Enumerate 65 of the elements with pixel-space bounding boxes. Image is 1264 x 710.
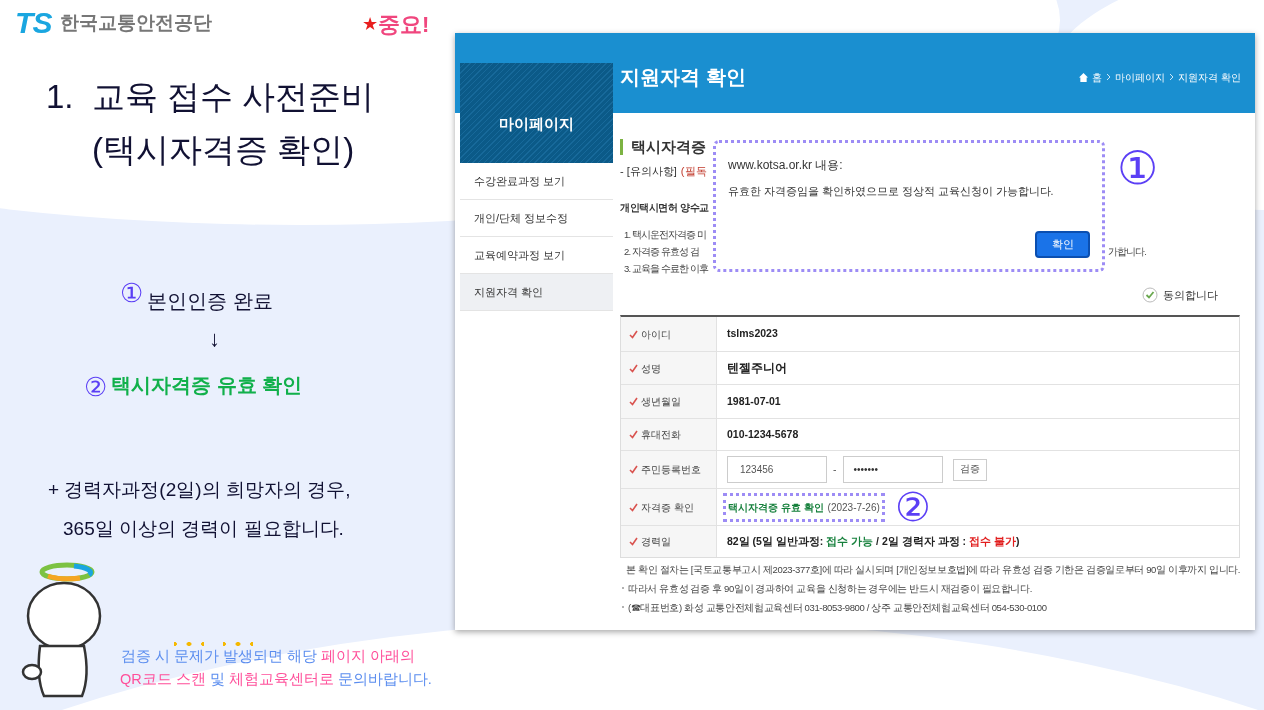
breadcrumb-link[interactable]: 홈 <box>1092 69 1103 85</box>
down-arrow-icon: ↓ <box>209 322 220 355</box>
agree-checkbox[interactable]: 동의합니다 <box>1142 286 1218 303</box>
notice-item: 3. 교육을 수료한 이후 <box>624 261 709 275</box>
notice-item: 가합니다. <box>1107 244 1146 258</box>
notice-item: 2. 자격증 유효성 검 <box>624 244 700 258</box>
slide-title: (택시자격증 확인) <box>92 130 355 170</box>
row-label: 아이디 <box>641 327 671 342</box>
important-label: 중요! <box>378 11 430 39</box>
row-value: tslms2023 <box>727 326 778 342</box>
annotation-number: ② <box>894 487 931 527</box>
check-icon <box>629 363 638 373</box>
row-value: 010-1234-5678 <box>727 426 799 442</box>
step-number: ① <box>120 280 143 306</box>
row-value: 텐젤주니어 <box>727 360 787 377</box>
date-text: (2023-7-26) <box>827 500 880 515</box>
organization-name: 한국교통안전공단 <box>59 10 212 35</box>
row-label: 경력일 <box>641 535 671 549</box>
check-icon <box>629 465 638 474</box>
step-number: ② <box>84 374 107 400</box>
slide-title: 1. 교육 접수 사전준비 <box>46 77 375 117</box>
star-icon: ★ <box>362 11 378 38</box>
note-text: 따라서 유효성 검증 후 90일이 경과하여 교육을 신청하는 경우에는 반드시 재검증이 필요합니다. <box>628 582 1033 595</box>
password-field[interactable]: ••••••• <box>842 456 943 483</box>
input-field[interactable]: 123456 <box>727 456 827 483</box>
logo-mark: TS <box>15 8 52 38</box>
step-text: 택시자격증 유효 확인 <box>111 373 303 398</box>
note-text: 본 확인 절차는 [국토교통부고시 제2023-377호]에 따라 실시되며 [개인정보보호법]에 따라 유효성 검증 기한은 검증일로부터 90일 이후까지 입니다. <box>626 563 1241 576</box>
row-value: 82일 (5일 일반과정: 접수 가능 / 2일 경력자 과정 : 접수 불가) <box>727 533 1020 549</box>
page-title: 지원자격 확인 <box>620 65 746 90</box>
home-icon <box>1079 72 1089 82</box>
sidebar-item[interactable]: 지원자격 확인 <box>460 274 613 311</box>
row-label: 휴대전화 <box>641 428 681 442</box>
breadcrumb-link[interactable]: 마이페이지 <box>1115 69 1166 85</box>
check-icon <box>1142 286 1158 303</box>
notice-note: (필독 <box>680 164 707 179</box>
row-value: 1981-07-01 <box>727 393 781 409</box>
confirm-button[interactable]: 확인 <box>1035 231 1090 258</box>
chevron-icon <box>1106 73 1112 81</box>
notice-label: - [유의사항] <box>620 164 677 179</box>
check-icon <box>629 397 638 406</box>
help-text: QR코드 스캔 및 체험교육센터로 문의바랍니다. <box>120 670 432 689</box>
notice-item: 1. 택시운전자격증 미 <box>624 227 707 241</box>
check-icon <box>629 502 638 512</box>
verify-button[interactable]: 검증 <box>952 458 987 481</box>
check-icon <box>629 430 638 439</box>
check-icon <box>629 329 638 339</box>
row-label: 생년월일 <box>641 395 681 409</box>
breadcrumb-link[interactable]: 지원자격 확인 <box>1178 69 1241 85</box>
note-text: 365일 이상의 경력이 필요합니다. <box>63 517 344 541</box>
chevron-icon <box>1169 73 1175 81</box>
notice-heading: 개인택시면허 양수교 <box>620 200 710 215</box>
help-text: 검증 시 문제 가 발생 되면 해당 페이지 아래의 <box>121 641 416 666</box>
separator-text: - <box>833 461 837 477</box>
note-text: (☎대표번호) 화성 교통안전체험교육센터 031-8053-9800 / 상주 교통안전체험교육센터 054-530-0100 <box>628 601 1047 614</box>
sidebar-title: 마이페이지 <box>460 63 613 163</box>
note-text: + 경력자과정(2일)의 희망자의 경우, <box>48 478 351 502</box>
row-label: 성명 <box>641 361 661 376</box>
status-text: 택시자격증 유효 확인 <box>728 500 824 515</box>
dialog-message: 유효한 자격증임을 확인하였으므로 정상적 교육신청이 가능합니다. <box>728 184 1055 199</box>
step-text: 본인인증 완료 <box>147 289 273 314</box>
row-label: 주민등록번호 <box>641 463 701 477</box>
row-label: 자격증 확인 <box>641 500 694 515</box>
dialog-origin: www.kotsa.or.kr 내용: <box>728 157 844 174</box>
check-icon <box>629 537 638 546</box>
